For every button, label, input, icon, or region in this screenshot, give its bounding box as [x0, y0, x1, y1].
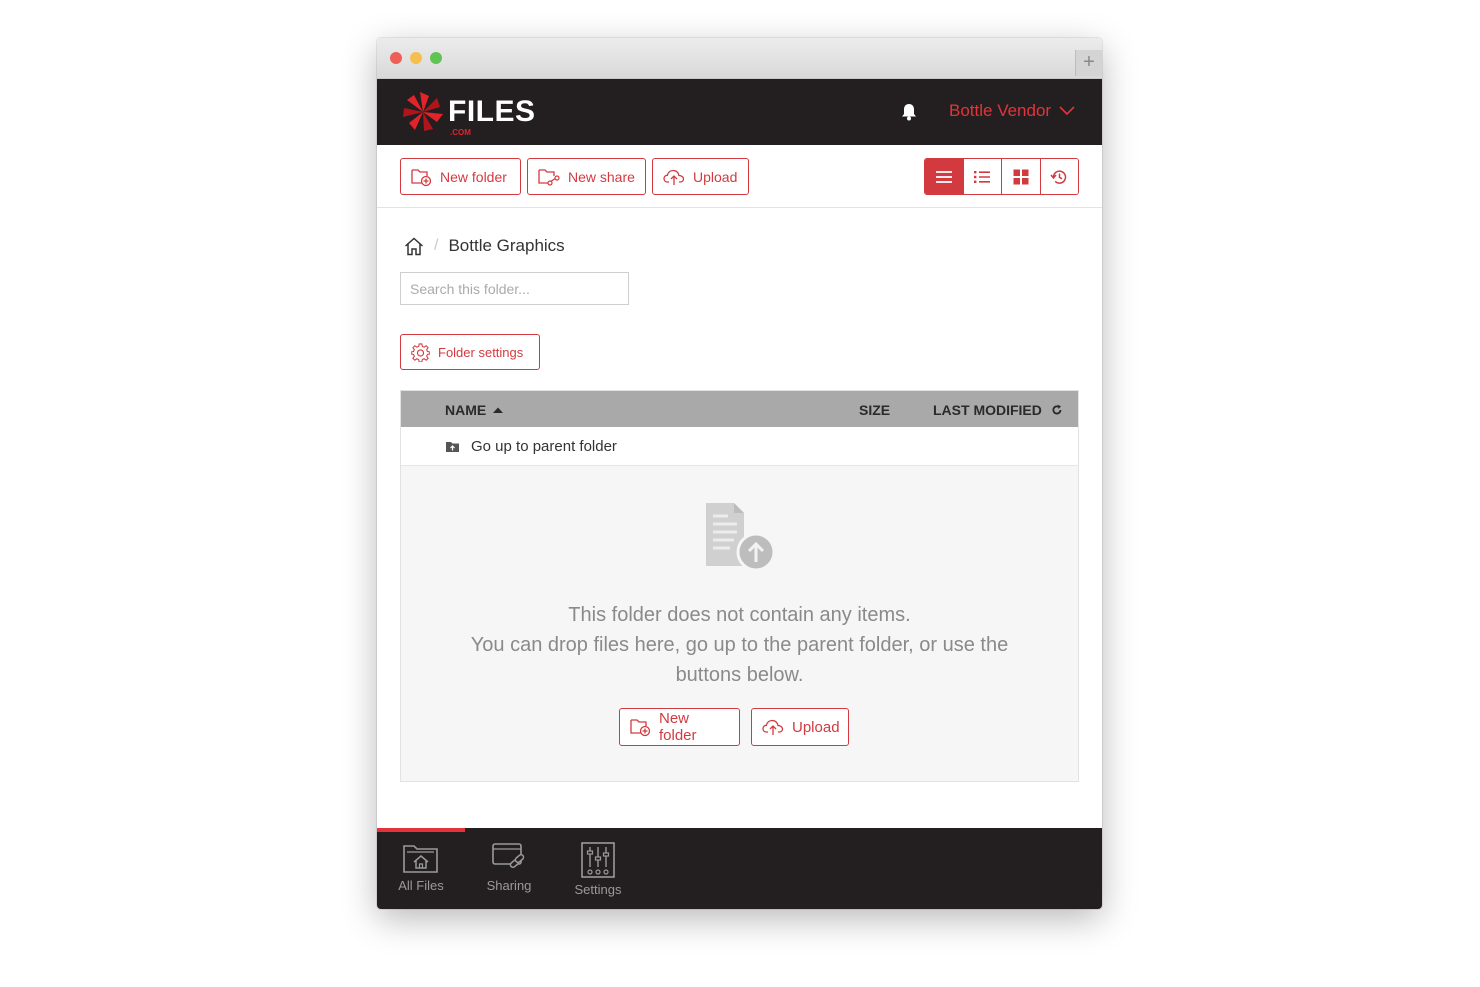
size-column-header[interactable]: SIZE: [859, 402, 890, 418]
history-icon: [1050, 169, 1067, 184]
bullet-list-icon: [974, 170, 991, 183]
file-table: NAME SIZE LAST MODIFIED Go up to parent …: [400, 390, 1079, 782]
app-header: FILES .COM Bottle Vendor: [377, 79, 1102, 145]
pinwheel-logo-icon: [403, 92, 443, 131]
browser-window: + FILES .COM Bottle Vendor New folder Ne…: [377, 38, 1102, 909]
close-window-button[interactable]: [390, 52, 402, 64]
empty-message-line2: You can drop files here, go up to the pa…: [470, 634, 1009, 686]
folder-settings-button[interactable]: Folder settings: [400, 334, 540, 370]
new-folder-button[interactable]: New folder: [400, 158, 521, 195]
nav-all-files[interactable]: All Files: [381, 842, 461, 893]
user-menu-dropdown[interactable]: Bottle Vendor: [949, 101, 1075, 121]
search-folder-input[interactable]: [400, 272, 629, 305]
name-column-label: NAME: [445, 402, 487, 418]
parent-folder-row[interactable]: Go up to parent folder: [401, 427, 1078, 466]
new-tab-button[interactable]: +: [1075, 50, 1102, 76]
nav-settings[interactable]: Settings: [558, 842, 638, 897]
new-folder-icon: [411, 168, 432, 186]
empty-message-line1: This folder does not contain any items.: [568, 604, 911, 626]
active-tab-indicator: [377, 828, 465, 832]
grid-icon: [1013, 169, 1029, 184]
empty-folder-message: This folder does not contain any items. …: [401, 600, 1078, 690]
view-mode-toggle: [924, 158, 1079, 195]
grid-view-button[interactable]: [1002, 159, 1041, 194]
breadcrumb: / Bottle Graphics: [404, 236, 565, 256]
sliders-icon: [581, 842, 615, 878]
table-header: NAME SIZE LAST MODIFIED: [401, 391, 1078, 427]
bottom-navigation: All Files Sharing Settings: [377, 828, 1102, 909]
files-com-logo[interactable]: FILES .COM: [403, 87, 536, 137]
parent-folder-label: Go up to parent folder: [471, 437, 617, 455]
upload-label: Upload: [693, 168, 738, 185]
last-modified-column-header[interactable]: LAST MODIFIED: [933, 402, 1063, 418]
nav-settings-label: Settings: [574, 882, 622, 897]
new-share-label: New share: [568, 168, 635, 185]
maximize-window-button[interactable]: [430, 52, 442, 64]
notifications-bell-icon[interactable]: [901, 103, 917, 126]
new-folder-label: New folder: [440, 168, 507, 185]
chevron-down-icon: [1059, 106, 1075, 116]
last-modified-column-label: LAST MODIFIED: [933, 402, 1042, 418]
nav-sharing[interactable]: Sharing: [469, 842, 549, 893]
folder-up-icon: [446, 441, 459, 452]
detail-list-view-button[interactable]: [963, 159, 1002, 194]
folder-settings-label: Folder settings: [438, 344, 524, 360]
empty-new-folder-label: New folder: [659, 710, 697, 744]
gear-icon: [411, 342, 430, 362]
empty-upload-button[interactable]: Upload: [751, 708, 849, 746]
minimize-window-button[interactable]: [410, 52, 422, 64]
new-folder-icon: [630, 719, 651, 737]
nav-all-files-label: All Files: [398, 878, 444, 893]
logo-suffix: .COM: [450, 128, 471, 137]
cloud-upload-icon: [762, 719, 784, 735]
history-view-button[interactable]: [1040, 159, 1078, 194]
hamburger-list-icon: [935, 170, 952, 183]
size-column-label: SIZE: [859, 402, 891, 418]
name-column-header[interactable]: NAME: [445, 402, 504, 418]
new-share-icon: [538, 168, 560, 186]
empty-folder-dropzone[interactable]: This folder does not contain any items. …: [401, 466, 1078, 781]
action-toolbar: New folder New share Upload: [377, 145, 1102, 208]
window-titlebar: +: [377, 38, 1102, 79]
list-view-button[interactable]: [925, 159, 964, 194]
upload-button[interactable]: Upload: [652, 158, 749, 195]
folder-home-icon: [403, 845, 438, 873]
sort-ascending-icon: [493, 407, 504, 413]
share-link-icon: [492, 843, 525, 869]
breadcrumb-separator: /: [434, 237, 439, 254]
empty-upload-label: Upload: [792, 718, 840, 736]
breadcrumb-current-folder: Bottle Graphics: [448, 236, 565, 255]
new-share-button[interactable]: New share: [527, 158, 646, 195]
home-icon[interactable]: [404, 236, 424, 256]
logo-wordmark: FILES: [448, 95, 536, 128]
document-upload-icon: [704, 502, 776, 579]
refresh-icon[interactable]: [1051, 404, 1063, 416]
user-name: Bottle Vendor: [949, 101, 1052, 120]
nav-sharing-label: Sharing: [486, 878, 532, 893]
empty-new-folder-button[interactable]: New folder: [619, 708, 740, 746]
cloud-upload-icon: [663, 169, 685, 185]
